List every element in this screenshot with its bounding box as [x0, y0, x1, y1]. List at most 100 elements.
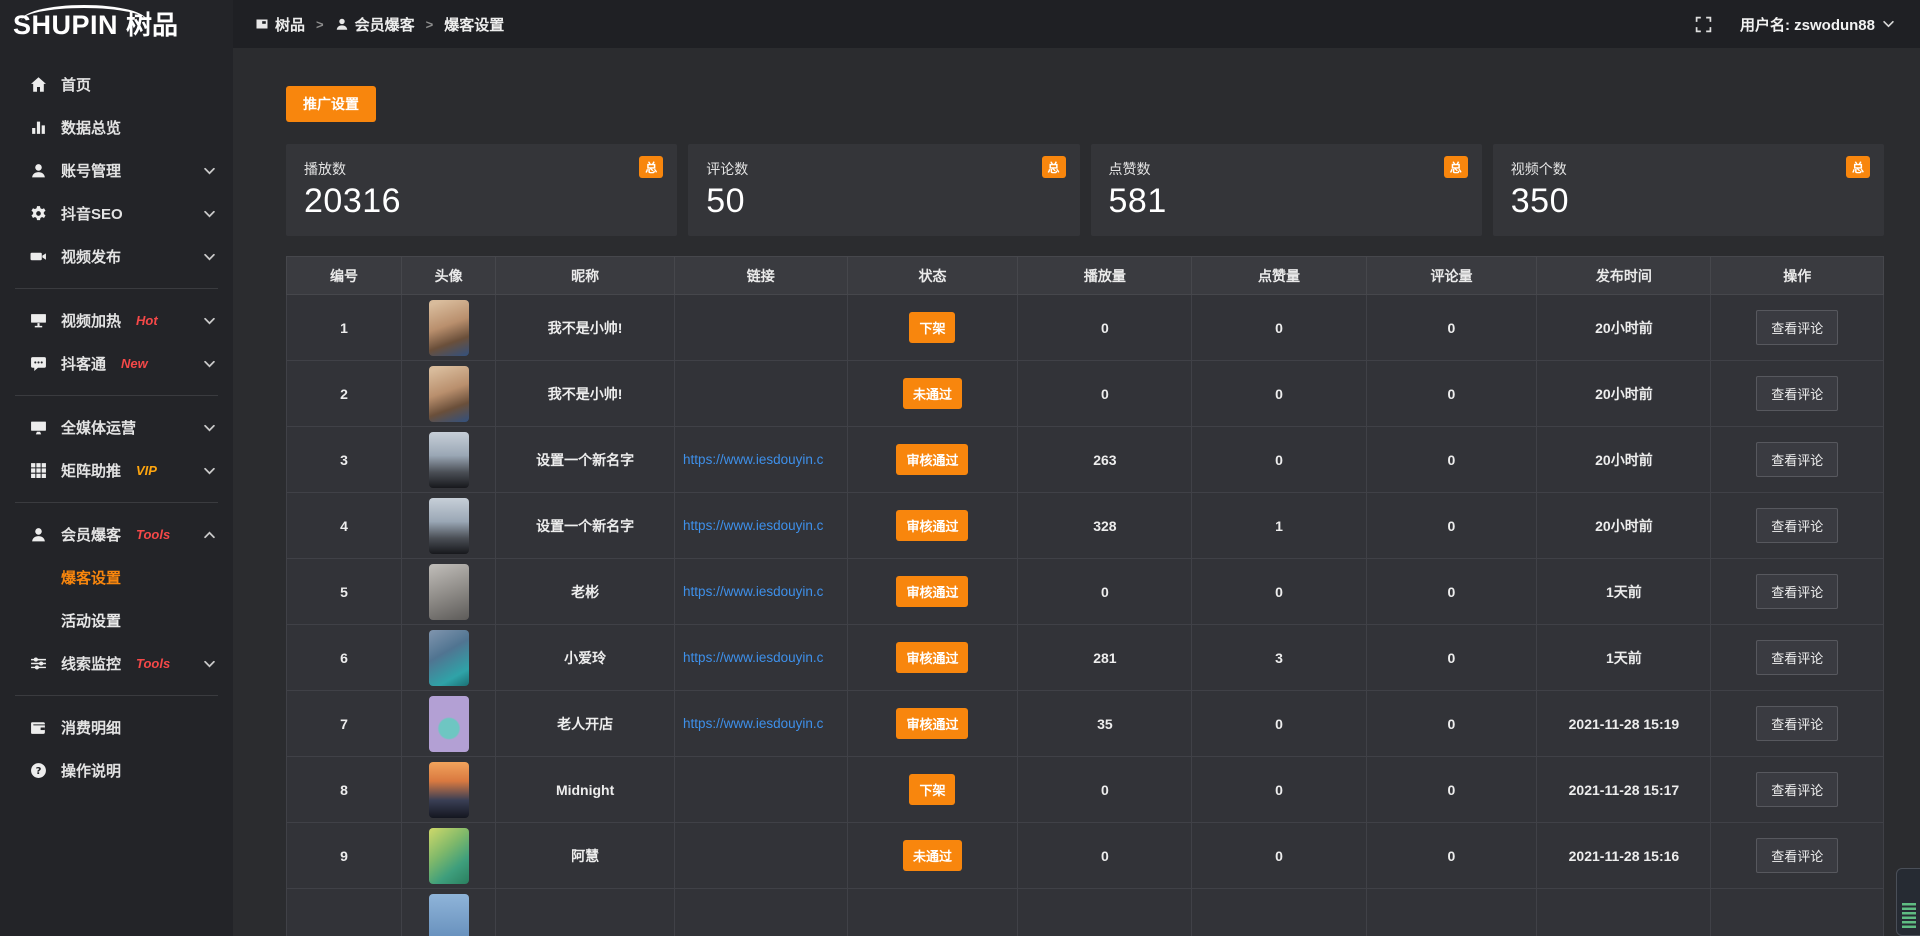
- view-comments-button[interactable]: 查看评论: [1756, 376, 1838, 411]
- cell-likes: 0: [1192, 295, 1366, 361]
- stat-value: 350: [1511, 182, 1866, 221]
- cell-id: 5: [287, 559, 402, 625]
- help-icon: ?: [30, 762, 47, 779]
- view-comments-button[interactable]: 查看评论: [1756, 508, 1838, 543]
- user-menu[interactable]: 用户名: zswodun88: [1740, 14, 1894, 35]
- cell-comments: 0: [1366, 427, 1537, 493]
- col-header-status: 状态: [847, 257, 1018, 295]
- fullscreen-icon[interactable]: [1695, 16, 1712, 33]
- promotion-settings-button[interactable]: 推广设置: [286, 86, 376, 122]
- table-row: 7 老人开店 https://www.iesdouyin.c 审核通过 35 0…: [287, 691, 1884, 757]
- cell-likes: 0: [1192, 823, 1366, 889]
- breadcrumb-separator: >: [426, 17, 434, 32]
- sidebar-item-member-baoke[interactable]: 会员爆客 Tools: [0, 513, 233, 556]
- cell-likes: 1: [1192, 493, 1366, 559]
- sidebar-item-data-overview[interactable]: 数据总览: [0, 106, 233, 149]
- cell-publish-time: 2021-11-28 15:16: [1537, 823, 1711, 889]
- logo[interactable]: SHUPIN 树品: [0, 0, 233, 50]
- breadcrumb-separator: >: [316, 17, 324, 32]
- sidebar-subitem-baoke-settings[interactable]: 爆客设置: [0, 556, 233, 599]
- sidebar-item-lead-monitor[interactable]: 线索监控 Tools: [0, 642, 233, 685]
- view-comments-button[interactable]: 查看评论: [1756, 838, 1838, 873]
- person-icon: [335, 17, 349, 31]
- video-link[interactable]: https://www.iesdouyin.c: [683, 518, 844, 533]
- cell-publish-time: 1天前: [1537, 625, 1711, 691]
- cell-plays: 328: [1018, 493, 1192, 559]
- cell-likes: 0: [1192, 559, 1366, 625]
- floating-widget[interactable]: [1896, 868, 1920, 936]
- cell-publish-time: 20小时前: [1537, 295, 1711, 361]
- sidebar-item-video-publish[interactable]: 视频发布: [0, 235, 233, 278]
- view-comments-button[interactable]: 查看评论: [1756, 640, 1838, 675]
- breadcrumb-item-home[interactable]: 树品: [255, 14, 305, 35]
- table-row: 2 我不是小帅! 未通过 0 0 0 20小时前 查看评论: [287, 361, 1884, 427]
- status-badge: 审核通过: [896, 510, 968, 541]
- avatar: [429, 696, 469, 752]
- sidebar-divider: [15, 502, 218, 503]
- app-square-icon: [255, 17, 269, 31]
- view-comments-button[interactable]: 查看评论: [1756, 706, 1838, 741]
- cell-nickname: 设置一个新名字: [496, 493, 675, 559]
- video-link[interactable]: https://www.iesdouyin.c: [683, 584, 844, 599]
- cell-comments: 0: [1366, 625, 1537, 691]
- col-header-comments: 评论量: [1366, 257, 1537, 295]
- view-comments-button[interactable]: 查看评论: [1756, 574, 1838, 609]
- chevron-down-icon: [204, 253, 215, 261]
- sidebar-subitem-activity-settings[interactable]: 活动设置: [0, 599, 233, 642]
- stat-label: 评论数: [706, 159, 1061, 179]
- view-comments-button[interactable]: 查看评论: [1756, 772, 1838, 807]
- sidebar-item-account-management[interactable]: 账号管理: [0, 149, 233, 192]
- svg-text:?: ?: [36, 766, 42, 777]
- sidebar-item-matrix-boost[interactable]: 矩阵助推 VIP: [0, 449, 233, 492]
- sidebar-item-instructions[interactable]: ? 操作说明: [0, 749, 233, 792]
- video-link[interactable]: https://www.iesdouyin.c: [683, 650, 844, 665]
- sidebar-item-doketong[interactable]: 抖客通 New: [0, 342, 233, 385]
- col-header-id: 编号: [287, 257, 402, 295]
- stat-card-plays: 播放数 20316 总: [286, 144, 677, 236]
- cell-id: 6: [287, 625, 402, 691]
- avatar: [429, 564, 469, 620]
- sidebar: SHUPIN 树品 首页 数据总览 账号管理 抖音SEO 视频发布: [0, 0, 233, 936]
- stat-card-comments: 评论数 50 总: [688, 144, 1079, 236]
- sidebar-item-omni-media[interactable]: 全媒体运营: [0, 406, 233, 449]
- cell-nickname: 小爱玲: [496, 625, 675, 691]
- status-badge: 下架: [909, 312, 955, 343]
- avatar: [429, 630, 469, 686]
- cell-publish-time: 20小时前: [1537, 493, 1711, 559]
- cell-publish-time: 20小时前: [1537, 427, 1711, 493]
- total-badge: 总: [1042, 156, 1066, 178]
- video-link[interactable]: https://www.iesdouyin.c: [683, 716, 844, 731]
- sidebar-item-douyin-seo[interactable]: 抖音SEO: [0, 192, 233, 235]
- status-badge: 审核通过: [896, 444, 968, 475]
- cell-comments: 0: [1366, 691, 1537, 757]
- view-comments-button[interactable]: 查看评论: [1756, 442, 1838, 477]
- cell-nickname: 我不是小帅!: [496, 295, 675, 361]
- total-badge: 总: [1444, 156, 1468, 178]
- sidebar-item-video-heat[interactable]: 视频加热 Hot: [0, 299, 233, 342]
- video-camera-icon: [30, 248, 47, 265]
- cell-likes: 0: [1192, 691, 1366, 757]
- col-header-avatar: 头像: [401, 257, 495, 295]
- sidebar-item-home[interactable]: 首页: [0, 63, 233, 106]
- cell-publish-time: 2021-11-28 15:17: [1537, 757, 1711, 823]
- table-row: 1 我不是小帅! 下架 0 0 0 20小时前 查看评论: [287, 295, 1884, 361]
- cell-id: 8: [287, 757, 402, 823]
- sidebar-divider: [15, 395, 218, 396]
- stat-value: 20316: [304, 182, 659, 221]
- total-badge: 总: [639, 156, 663, 178]
- status-badge: 审核通过: [896, 708, 968, 739]
- main-content: 推广设置 播放数 20316 总 评论数 50 总 点赞数 581 总 视频个数…: [233, 48, 1920, 936]
- tools-tag: Tools: [136, 527, 170, 542]
- stat-label: 点赞数: [1109, 159, 1464, 179]
- breadcrumb-item-member-baoke[interactable]: 会员爆客: [335, 14, 415, 35]
- cell-id: 2: [287, 361, 402, 427]
- table-header-row: 编号 头像 昵称 链接 状态 播放量 点赞量 评论量 发布时间 操作: [287, 257, 1884, 295]
- chevron-down-icon: [204, 424, 215, 432]
- cell-publish-time: 1天前: [1537, 559, 1711, 625]
- cell-plays: 281: [1018, 625, 1192, 691]
- chevron-down-icon: [204, 317, 215, 325]
- view-comments-button[interactable]: 查看评论: [1756, 310, 1838, 345]
- sidebar-item-consumption-details[interactable]: 消费明细: [0, 706, 233, 749]
- screen-icon: [30, 312, 47, 329]
- video-link[interactable]: https://www.iesdouyin.c: [683, 452, 844, 467]
